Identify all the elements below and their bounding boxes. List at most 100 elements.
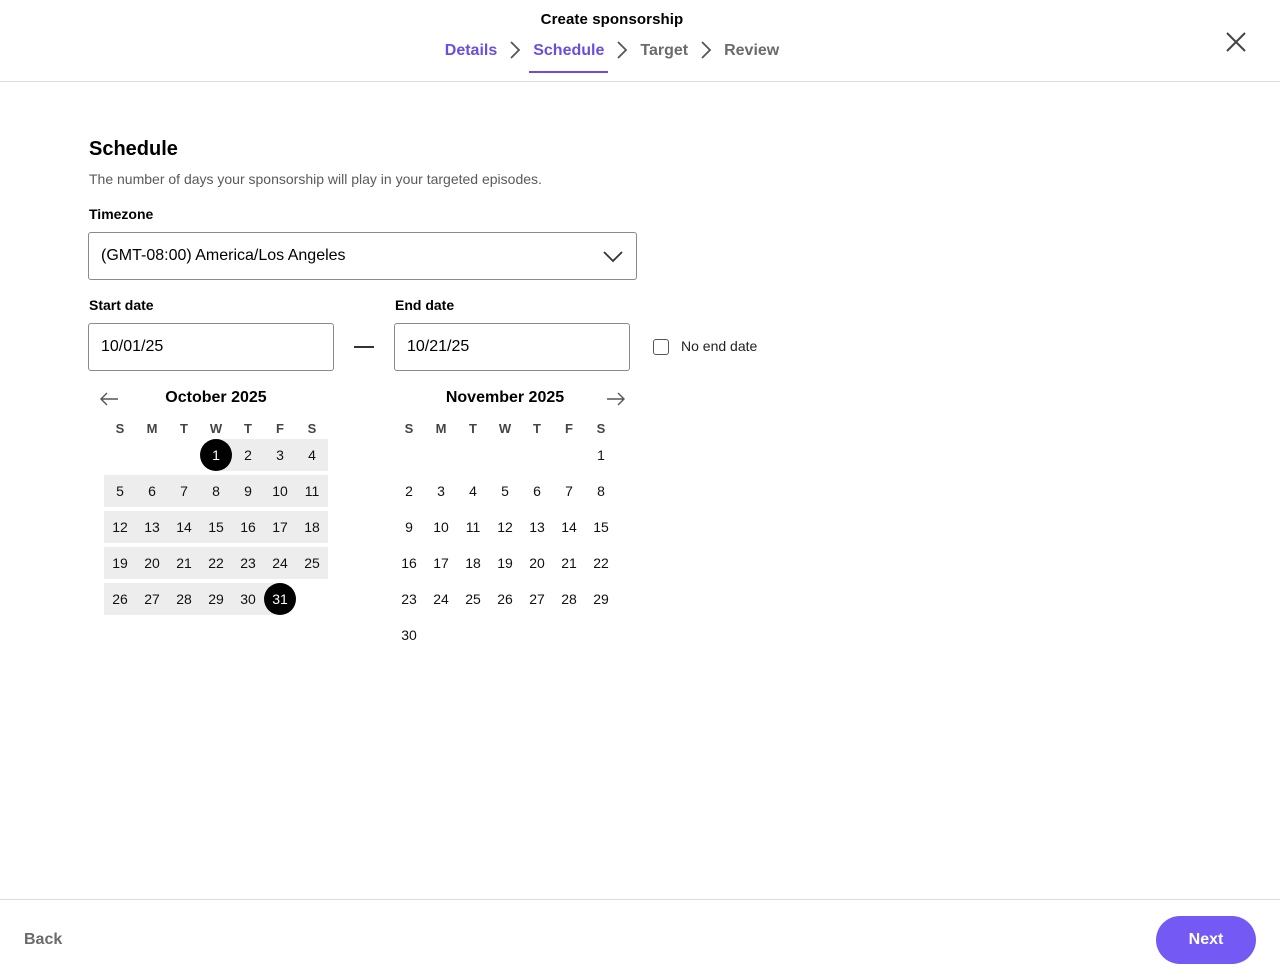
step-schedule[interactable]: Schedule bbox=[529, 38, 609, 73]
day-cell[interactable]: 28 bbox=[168, 581, 200, 617]
month-title: November 2025 bbox=[445, 389, 565, 406]
day-empty bbox=[136, 437, 168, 473]
day-cell[interactable]: 22 bbox=[200, 545, 232, 581]
weekday-label: M bbox=[146, 421, 158, 436]
day-cell[interactable]: 26 bbox=[489, 581, 521, 617]
day-cell[interactable]: 30 bbox=[232, 581, 264, 617]
weekday-label: W bbox=[498, 421, 512, 436]
day-cell[interactable]: 28 bbox=[553, 581, 585, 617]
day-cell[interactable]: 24 bbox=[425, 581, 457, 617]
weekday-label: S bbox=[115, 421, 125, 436]
day-cell[interactable]: 22 bbox=[585, 545, 617, 581]
end-date-input[interactable]: 10/21/25 bbox=[394, 323, 630, 371]
weekday-label: T bbox=[533, 421, 541, 436]
weekday-label: S bbox=[596, 421, 606, 436]
day-cell[interactable]: 27 bbox=[521, 581, 553, 617]
day-cell[interactable]: 30 bbox=[393, 617, 425, 653]
day-cell[interactable]: 12 bbox=[104, 509, 136, 545]
day-cell[interactable]: 17 bbox=[425, 545, 457, 581]
weekday-label: F bbox=[276, 421, 284, 436]
date-range-dash bbox=[354, 346, 374, 348]
weekday-label: W bbox=[209, 421, 223, 436]
day-cell[interactable]: 2 bbox=[393, 473, 425, 509]
day-cell[interactable]: 26 bbox=[104, 581, 136, 617]
end-date-value: 10/21/25 bbox=[407, 338, 470, 355]
start-date-input[interactable]: 10/01/25 bbox=[88, 323, 334, 371]
end-date-label: End date bbox=[395, 297, 455, 313]
day-cell[interactable]: 21 bbox=[553, 545, 585, 581]
day-empty bbox=[489, 437, 521, 473]
day-cell[interactable]: 13 bbox=[136, 509, 168, 545]
day-cell[interactable]: 23 bbox=[232, 545, 264, 581]
day-cell[interactable]: 3 bbox=[425, 473, 457, 509]
day-cell[interactable]: 31 bbox=[264, 581, 296, 617]
day-cell[interactable]: 14 bbox=[168, 509, 200, 545]
day-cell[interactable]: 19 bbox=[104, 545, 136, 581]
modal-footer: Back Next bbox=[0, 899, 1280, 980]
day-cell[interactable]: 8 bbox=[585, 473, 617, 509]
weekday-label: T bbox=[469, 421, 477, 436]
next-month-button[interactable] bbox=[604, 389, 628, 409]
day-cell[interactable]: 25 bbox=[296, 545, 328, 581]
chevron-right-icon bbox=[692, 38, 720, 73]
day-cell[interactable]: 18 bbox=[457, 545, 489, 581]
step-target[interactable]: Target bbox=[636, 38, 692, 73]
day-cell[interactable]: 1 bbox=[200, 437, 232, 473]
day-cell[interactable]: 10 bbox=[264, 473, 296, 509]
no-end-date-checkbox[interactable] bbox=[653, 339, 669, 355]
day-cell[interactable]: 6 bbox=[521, 473, 553, 509]
day-cell[interactable]: 13 bbox=[521, 509, 553, 545]
arrow-right-icon bbox=[607, 392, 625, 406]
day-cell[interactable]: 29 bbox=[200, 581, 232, 617]
day-cell[interactable]: 19 bbox=[489, 545, 521, 581]
day-cell[interactable]: 5 bbox=[489, 473, 521, 509]
day-cell[interactable]: 10 bbox=[425, 509, 457, 545]
day-cell[interactable]: 29 bbox=[585, 581, 617, 617]
day-empty bbox=[104, 437, 136, 473]
weekday-header: SMTWTFS bbox=[393, 420, 617, 438]
day-cell[interactable]: 4 bbox=[457, 473, 489, 509]
next-button[interactable]: Next bbox=[1156, 916, 1256, 964]
close-button[interactable] bbox=[1222, 28, 1250, 56]
day-cell[interactable]: 7 bbox=[168, 473, 200, 509]
day-cell[interactable]: 20 bbox=[521, 545, 553, 581]
chevron-right-icon bbox=[608, 38, 636, 73]
day-cell[interactable]: 15 bbox=[585, 509, 617, 545]
day-cell[interactable]: 1 bbox=[585, 437, 617, 473]
day-cell[interactable]: 8 bbox=[200, 473, 232, 509]
day-cell[interactable]: 18 bbox=[296, 509, 328, 545]
day-empty bbox=[393, 437, 425, 473]
day-cell[interactable]: 25 bbox=[457, 581, 489, 617]
modal-header: Create sponsorship Details Schedule Targ… bbox=[0, 0, 1280, 82]
day-cell[interactable]: 9 bbox=[232, 473, 264, 509]
day-cell[interactable]: 17 bbox=[264, 509, 296, 545]
day-cell[interactable]: 24 bbox=[264, 545, 296, 581]
day-cell[interactable]: 2 bbox=[232, 437, 264, 473]
day-cell[interactable]: 4 bbox=[296, 437, 328, 473]
no-end-date-label: No end date bbox=[681, 338, 758, 354]
step-details[interactable]: Details bbox=[441, 38, 501, 73]
day-cell[interactable]: 5 bbox=[104, 473, 136, 509]
day-cell[interactable]: 12 bbox=[489, 509, 521, 545]
day-cell[interactable]: 23 bbox=[393, 581, 425, 617]
day-cell[interactable]: 11 bbox=[457, 509, 489, 545]
weekday-label: T bbox=[244, 421, 252, 436]
stepper: Details Schedule Target Review bbox=[0, 38, 1224, 73]
day-cell[interactable]: 27 bbox=[136, 581, 168, 617]
day-cell[interactable]: 6 bbox=[136, 473, 168, 509]
day-cell[interactable]: 14 bbox=[553, 509, 585, 545]
weekday-label: M bbox=[435, 421, 447, 436]
day-cell[interactable]: 9 bbox=[393, 509, 425, 545]
day-cell[interactable]: 16 bbox=[232, 509, 264, 545]
day-cell[interactable]: 7 bbox=[553, 473, 585, 509]
day-cell[interactable]: 11 bbox=[296, 473, 328, 509]
day-cell[interactable]: 21 bbox=[168, 545, 200, 581]
day-cell[interactable]: 16 bbox=[393, 545, 425, 581]
timezone-select[interactable]: (GMT-08:00) America/Los Angeles bbox=[88, 232, 637, 280]
back-button[interactable]: Back bbox=[24, 931, 62, 949]
day-cell[interactable]: 3 bbox=[264, 437, 296, 473]
day-cell[interactable]: 15 bbox=[200, 509, 232, 545]
weekday-header: SMTWTFS bbox=[104, 420, 328, 438]
day-cell[interactable]: 20 bbox=[136, 545, 168, 581]
step-review[interactable]: Review bbox=[720, 38, 783, 73]
